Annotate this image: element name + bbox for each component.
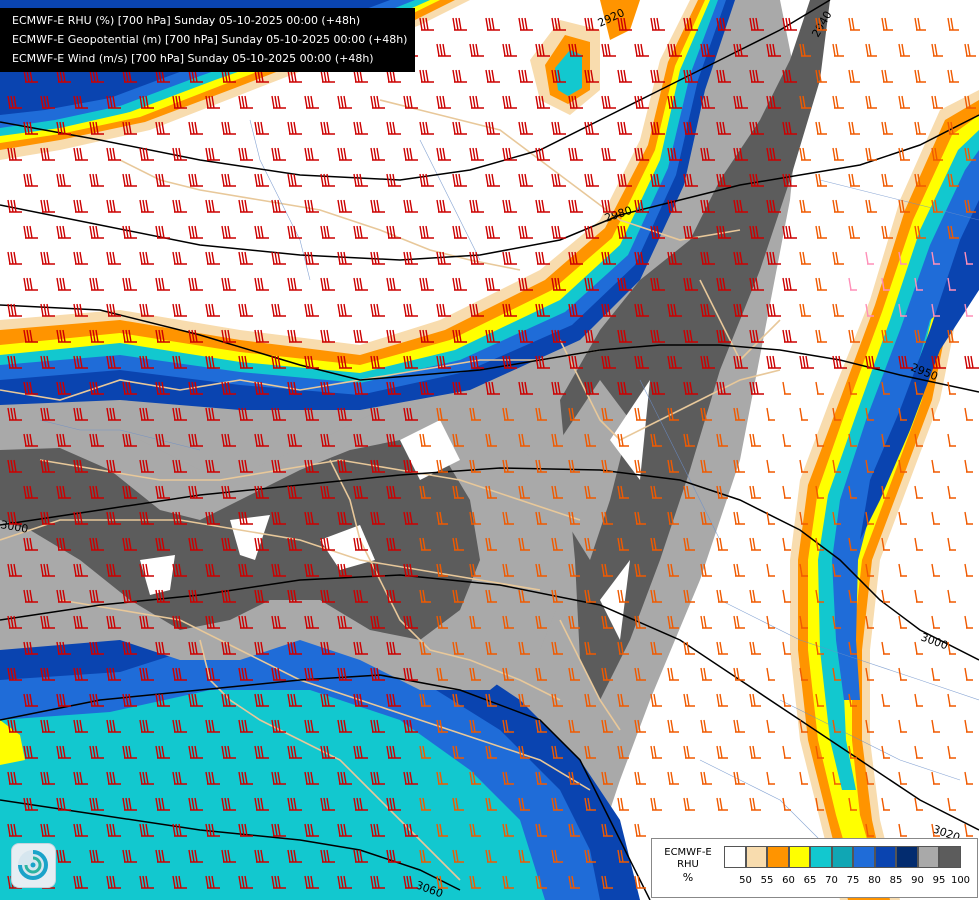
legend-tick-label: 75 (846, 875, 860, 886)
legend-tick-label: 55 (760, 875, 774, 886)
title-line-geopotential: ECMWF-E Geopotential (m) [700 hPa] Sunda… (12, 33, 408, 46)
legend-tick-label: 80 (868, 875, 881, 886)
legend-tick-label: 60 (782, 875, 795, 886)
legend-swatch (788, 846, 810, 868)
legend-swatch (831, 846, 853, 868)
legend-swatch (939, 846, 961, 868)
legend-model: ECMWF-E (664, 847, 712, 858)
legend-variable: RHU (677, 859, 699, 870)
title-line-rhu: ECMWF-E RHU (%) [700 hPa] Sunday 05-10-2… (12, 14, 361, 27)
legend-unit: % (682, 871, 694, 884)
map-title-box: ECMWF-E RHU (%) [700 hPa] Sunday 05-10-2… (0, 8, 416, 72)
legend-tick-label: 85 (889, 875, 903, 886)
title-line-wind: ECMWF-E Wind (m/s) [700 hPa] Sunday 05-1… (12, 52, 374, 65)
legend-tick-label: 70 (825, 875, 838, 886)
legend-swatches (724, 846, 961, 868)
legend-tick-label: 90 (911, 875, 924, 886)
legend-tick-label: 95 (932, 875, 946, 886)
legend-swatch (724, 846, 746, 868)
legend-swatch (745, 846, 767, 868)
weather-map: 2920 2940 2980 2950 3000 3000 3020 3060 (0, 0, 979, 900)
legend-tick-label: 65 (803, 875, 817, 886)
legend-tick-label: 50 (739, 875, 752, 886)
legend-ticks: 50 55 60 65 70 75 80 85 90 95 100 (724, 875, 979, 889)
legend-swatch (896, 846, 918, 868)
legend-tick-label: 100 (950, 875, 971, 886)
legend-swatch (767, 846, 789, 868)
legend-swatch (917, 846, 939, 868)
legend-swatch (874, 846, 896, 868)
color-legend: ECMWF-E RHU % 50 55 60 65 70 75 80 85 90 95 100 (651, 838, 978, 898)
legend-swatch (810, 846, 832, 868)
legend-swatch (853, 846, 875, 868)
ecmwf-swirl-icon (11, 843, 56, 888)
